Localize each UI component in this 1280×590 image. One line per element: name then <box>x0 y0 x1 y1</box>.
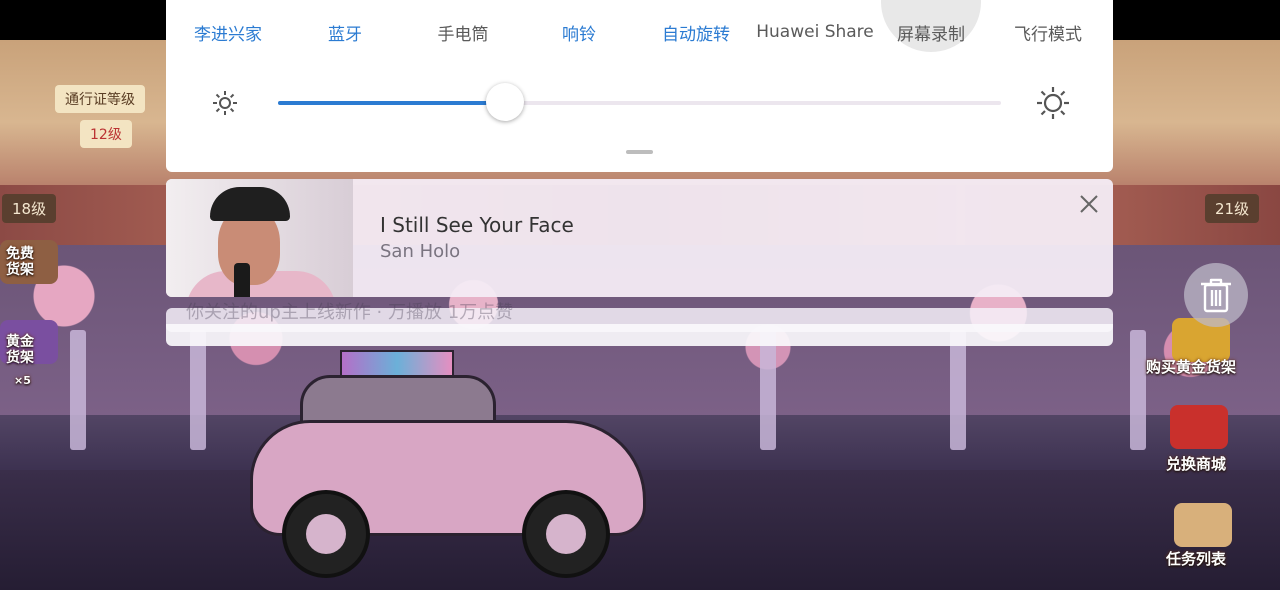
stacked-notification-edge <box>166 324 1113 346</box>
panel-drag-handle[interactable] <box>626 150 653 154</box>
scene-pillar <box>1130 330 1146 450</box>
scene-pillar <box>760 330 776 450</box>
brightness-slider[interactable] <box>278 83 1001 121</box>
brightness-slider-thumb[interactable] <box>486 83 525 121</box>
quick-settings-panel: 李进兴家 蓝牙 手电筒 响铃 自动旋转 Huawei Share 屏幕录制 飞行… <box>166 0 1113 172</box>
brightness-low-icon <box>212 90 238 120</box>
toggle-bluetooth[interactable]: 蓝牙 <box>316 18 374 46</box>
gift-icon <box>1170 405 1228 449</box>
toggle-wifi[interactable]: 李进兴家 <box>184 18 272 46</box>
brightness-high-icon <box>1036 86 1070 124</box>
toggle-auto-rotate[interactable]: 自动旋转 <box>656 18 736 46</box>
shelf-level-label: 21级 <box>1205 194 1260 223</box>
close-icon[interactable] <box>1076 191 1102 217</box>
task-list-button[interactable]: 任务列表 <box>1166 548 1226 569</box>
scene-pillar <box>950 330 966 450</box>
car-wheel <box>522 490 610 578</box>
toggle-flashlight[interactable]: 手电筒 <box>428 18 498 46</box>
scene-pillar <box>190 330 206 450</box>
free-shelf-button[interactable]: 免费货架 <box>6 246 46 278</box>
car-wheel <box>282 490 370 578</box>
pass-level-label: 通行证等级 <box>55 85 145 113</box>
brightness-slider-fill <box>278 101 506 105</box>
gold-shelf-count: ×5 <box>14 374 31 387</box>
toggle-airplane-mode[interactable]: 飞行模式 <box>1008 18 1088 46</box>
scene-pillar <box>70 330 86 450</box>
toggle-screen-record[interactable]: 屏幕录制 <box>891 18 971 46</box>
exchange-shop-button[interactable]: 兑换商城 <box>1166 453 1226 474</box>
pass-level-value[interactable]: 12级 <box>80 120 132 148</box>
shelf-level-label: 18级 <box>2 194 57 223</box>
trash-icon[interactable] <box>1184 263 1248 327</box>
track-title: I Still See Your Face <box>380 213 574 237</box>
track-artist: San Holo <box>380 241 461 262</box>
toggle-ringer[interactable]: 响铃 <box>550 18 608 46</box>
media-notification[interactable]: I Still See Your Face San Holo <box>166 179 1113 297</box>
album-art <box>166 179 353 297</box>
stacked-notification-text: 你关注的up主上线新作 · 万播放 1万点赞 <box>186 302 514 323</box>
buy-gold-shelf-button[interactable]: 购买黄金货架 <box>1146 356 1236 377</box>
task-icon <box>1174 503 1232 547</box>
toggle-huawei-share[interactable]: Huawei Share <box>756 18 874 46</box>
gold-shelf-button[interactable]: 黄金货架 <box>6 334 46 366</box>
